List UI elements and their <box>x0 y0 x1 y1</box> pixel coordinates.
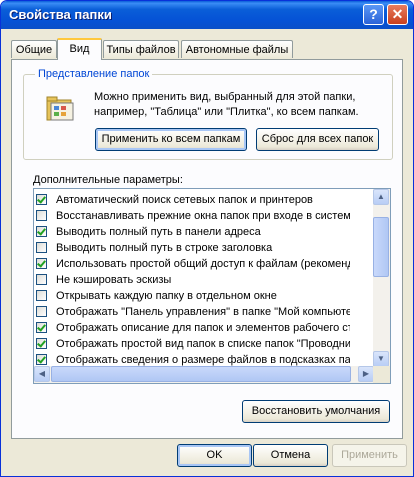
tab-view[interactable]: Вид <box>57 38 102 60</box>
apply-to-all-folders-button[interactable]: Применить ко всем папкам <box>95 128 247 151</box>
title-bar[interactable]: Свойства папки ? ✕ <box>1 1 413 29</box>
help-button[interactable]: ? <box>363 4 384 25</box>
checkbox[interactable] <box>36 194 47 205</box>
vertical-scrollbar[interactable]: ▲ ▼ <box>373 189 390 367</box>
tab-file-types[interactable]: Типы файлов <box>103 40 179 58</box>
horizontal-scroll-thumb[interactable] <box>51 366 351 382</box>
vertical-scroll-thumb[interactable] <box>373 217 389 277</box>
checkbox[interactable] <box>36 210 47 221</box>
checkbox[interactable] <box>36 290 47 301</box>
setting-label: Отображать описание для папок и элементо… <box>56 322 350 334</box>
setting-label: Использовать простой общий доступ к файл… <box>56 258 350 270</box>
advanced-settings-list[interactable]: Автоматический поиск сетевых папок и при… <box>33 188 391 384</box>
setting-label: Восстанавливать прежние окна папок при в… <box>56 210 350 222</box>
setting-label: Автоматический поиск сетевых папок и при… <box>56 194 313 206</box>
checkbox[interactable] <box>36 306 47 317</box>
ok-button[interactable]: OK <box>177 444 252 467</box>
apply-button: Применить <box>332 444 407 467</box>
setting-label: Выводить полный путь в панели адреса <box>56 226 261 238</box>
advanced-settings-viewport: Автоматический поиск сетевых папок и при… <box>34 189 350 369</box>
checkbox[interactable] <box>36 242 47 253</box>
checkbox[interactable] <box>36 258 47 269</box>
checkbox[interactable] <box>36 338 47 349</box>
scroll-left-icon[interactable]: ◀ <box>34 366 50 382</box>
scrollbar-corner <box>373 366 390 383</box>
scroll-right-icon[interactable]: ▶ <box>358 366 374 382</box>
scroll-down-icon[interactable]: ▼ <box>373 351 389 367</box>
folder-options-dialog: Свойства папки ? ✕ Общие Вид Типы файлов… <box>0 0 414 477</box>
setting-label: Не кэшировать эскизы <box>56 274 172 286</box>
setting-label: Выводить полный путь в строке заголовка <box>56 242 273 254</box>
folder-views-icon <box>46 96 74 121</box>
checkbox[interactable] <box>36 274 47 285</box>
checkbox[interactable] <box>36 226 47 237</box>
folder-views-label: Представление папок <box>35 68 153 80</box>
setting-label: Открывать каждую папку в отдельном окне <box>56 290 277 302</box>
restore-defaults-button[interactable]: Восстановить умолчания <box>242 400 390 423</box>
window-title: Свойства папки <box>9 7 112 22</box>
close-button[interactable]: ✕ <box>387 4 408 25</box>
tab-offline-files[interactable]: Автономные файлы <box>181 40 293 58</box>
advanced-settings-label: Дополнительные параметры: <box>33 174 183 186</box>
cancel-button[interactable]: Отмена <box>253 444 328 467</box>
checkbox[interactable] <box>36 322 47 333</box>
checkbox[interactable] <box>36 354 47 365</box>
folder-views-description: Можно применить вид, выбранный для этой … <box>94 91 359 118</box>
horizontal-scrollbar[interactable]: ◀ ▶ <box>34 366 374 383</box>
setting-label: Отображать простой вид папок в списке па… <box>56 338 350 350</box>
scroll-up-icon[interactable]: ▲ <box>373 189 389 205</box>
reset-all-folders-button[interactable]: Сброс для всех папок <box>256 128 379 151</box>
tab-general[interactable]: Общие <box>11 40 57 58</box>
setting-label: Отображать "Панель управления" в папке "… <box>56 306 350 318</box>
